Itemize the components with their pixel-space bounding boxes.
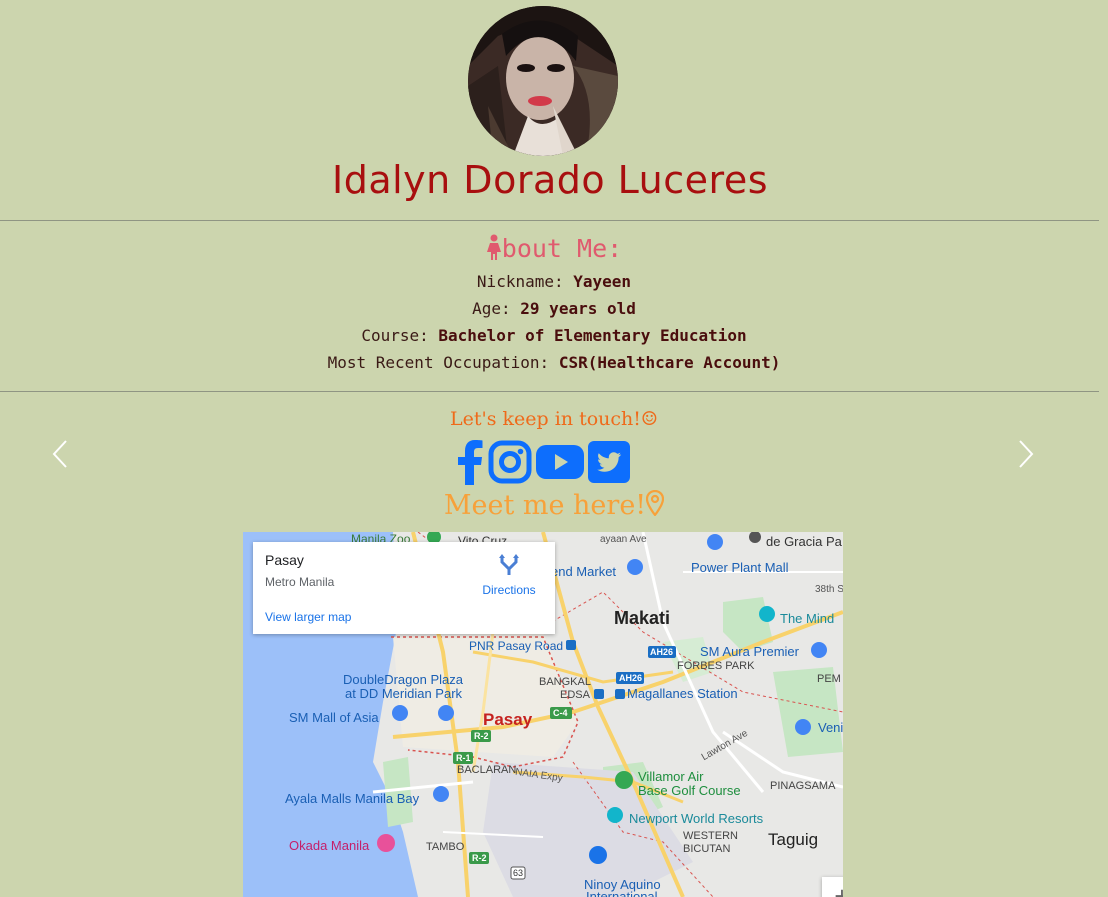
map-label: Veni	[818, 720, 843, 735]
info-label: Most Recent Occupation:	[327, 353, 550, 372]
smile-icon: ☺	[640, 408, 658, 430]
keep-in-touch-text: Let's keep in touch!☺	[0, 408, 1108, 430]
facebook-icon[interactable]	[456, 439, 484, 489]
map-label: R-1	[456, 753, 471, 763]
map-label: 63	[513, 868, 524, 878]
map-label: SM Mall of Asia	[289, 710, 379, 725]
social-links	[456, 440, 630, 488]
carousel-next-button[interactable]	[1016, 438, 1036, 474]
info-nickname: Nickname: Yayeen	[0, 272, 1108, 291]
map-label: DoubleDragon Plaza	[343, 672, 463, 687]
embedded-map[interactable]: Manila Zoo Vito Cruz ayaan Ave de Gracia…	[243, 532, 843, 897]
directions-button[interactable]: Directions	[475, 554, 543, 597]
map-label: The Mind	[780, 611, 835, 626]
map-label: Pasay	[483, 710, 533, 729]
map-label: AH26	[650, 647, 674, 657]
profile-avatar	[468, 6, 618, 156]
map-label: Base Golf Course	[638, 783, 741, 798]
map-label: Taguig	[768, 830, 819, 849]
map-label: EDSA	[560, 689, 590, 701]
map-label: Newport World Resorts	[629, 811, 764, 826]
view-larger-map-link[interactable]: View larger map	[265, 610, 351, 624]
map-label: at DD Meridian Park	[345, 686, 463, 701]
map-label: BICUTAN	[683, 843, 731, 855]
chevron-left-icon	[52, 440, 67, 468]
meet-me-text: Meet me here!	[0, 489, 1108, 521]
info-occupation: Most Recent Occupation: CSR(Healthcare A…	[0, 353, 1108, 372]
map-label: International	[586, 889, 658, 897]
map-label: Okada Manila	[289, 838, 370, 853]
about-heading: bout Me:	[0, 234, 1108, 263]
carousel-prev-button[interactable]	[50, 438, 70, 474]
keep-in-touch-label: Let's keep in touch!	[450, 408, 641, 430]
map-label: de Gracia Pa	[766, 534, 842, 549]
map-label: PINAGSAMA	[770, 780, 836, 792]
map-label: AH26	[619, 673, 643, 683]
place-title: Pasay	[265, 552, 304, 568]
about-heading-text: bout Me:	[501, 234, 623, 263]
map-label: R-2	[472, 853, 487, 863]
map-label: Makati	[614, 608, 671, 628]
twitter-icon[interactable]	[588, 441, 630, 487]
info-value: 29 years old	[520, 299, 636, 318]
info-age: Age: 29 years old	[0, 299, 1108, 318]
map-label: Magallanes Station	[627, 686, 738, 701]
map-label: PNR Pasay Road	[469, 639, 564, 653]
female-icon	[486, 234, 501, 260]
directions-label: Directions	[482, 583, 536, 597]
map-label: TAMBO	[426, 841, 465, 853]
map-label: WESTERN	[683, 830, 738, 842]
info-value: CSR(Healthcare Account)	[558, 353, 781, 372]
info-course: Course: Bachelor of Elementary Education	[0, 326, 1108, 345]
map-marker-icon	[646, 489, 665, 517]
place-subtitle: Metro Manila	[265, 575, 335, 589]
info-value: Bachelor of Elementary Education	[438, 326, 747, 345]
map-label: BACLARAN	[457, 764, 517, 776]
divider-top	[0, 220, 1099, 221]
map-label: FORBES PARK	[677, 660, 755, 672]
place-card: Pasay Metro Manila View larger map Direc…	[253, 542, 555, 634]
info-label: Course:	[361, 326, 429, 345]
map-label: Power Plant Mall	[691, 560, 789, 575]
directions-icon	[499, 554, 519, 575]
chevron-right-icon	[1019, 440, 1034, 468]
meet-me-label: Meet me here!	[443, 490, 647, 521]
divider-middle	[0, 391, 1099, 392]
map-label: R-2	[474, 731, 489, 741]
info-label: Age:	[472, 299, 511, 318]
instagram-icon[interactable]	[488, 440, 532, 488]
map-label: Villamor Air	[638, 769, 704, 784]
zoom-in-button[interactable]: +	[822, 877, 843, 897]
map-label: PEM	[817, 673, 841, 685]
youtube-icon[interactable]	[536, 444, 584, 484]
map-label: ayaan Ave	[600, 534, 647, 545]
map-label: Ayala Malls Manila Bay	[285, 791, 420, 806]
map-label: end Market	[551, 564, 617, 579]
map-label: 38th S	[815, 584, 843, 595]
info-value: Yayeen	[573, 272, 632, 291]
info-label: Nickname:	[476, 272, 564, 291]
profile-name: Idalyn Dorado Luceres	[331, 158, 768, 202]
map-label: C-4	[553, 708, 568, 718]
map-label: SM Aura Premier	[700, 644, 799, 659]
map-label: BANGKAL	[539, 676, 591, 688]
